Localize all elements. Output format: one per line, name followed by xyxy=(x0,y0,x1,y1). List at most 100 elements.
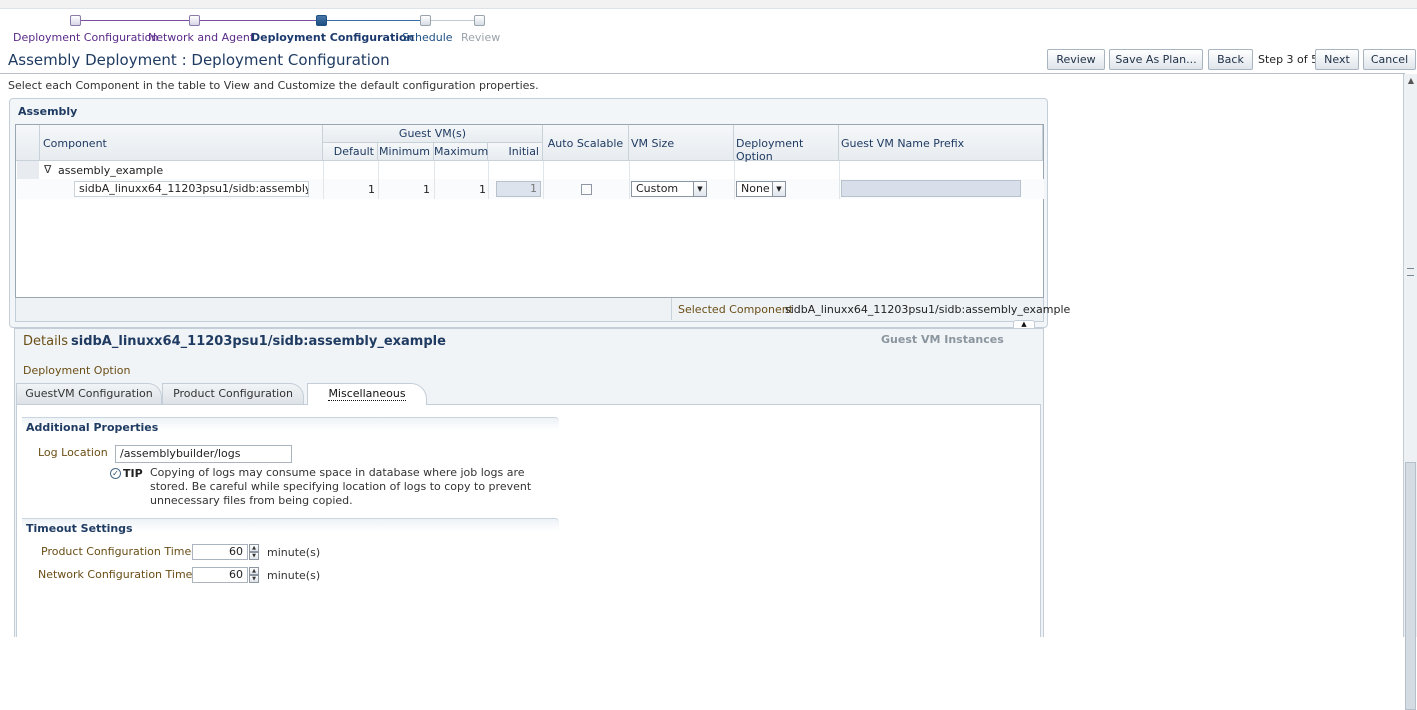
col-divider xyxy=(488,161,489,199)
top-strip xyxy=(0,0,1417,9)
header-maximum[interactable]: Maximum xyxy=(434,143,488,161)
header-auto-scalable[interactable]: Auto Scalable xyxy=(543,125,629,161)
initial-field: 1 xyxy=(496,181,541,197)
header-deployment-option[interactable]: Deployment Option xyxy=(734,125,839,163)
log-location-input[interactable]: /assemblybuilder/logs xyxy=(115,445,292,463)
header-guest-vms-label: Guest VM(s) xyxy=(398,127,467,140)
selected-component-label: Selected Component xyxy=(678,303,794,316)
col-divider xyxy=(323,161,324,199)
assembly-title: Assembly xyxy=(18,105,78,118)
col-divider xyxy=(734,161,735,199)
header-default[interactable]: Default xyxy=(323,143,378,161)
tab-label: GuestVM Configuration xyxy=(25,387,153,400)
train-stop-1[interactable] xyxy=(70,15,81,26)
header-guest-vm-name-prefix[interactable]: Guest VM Name Prefix xyxy=(839,125,1043,161)
timeout-settings-title: Timeout Settings xyxy=(26,522,133,535)
chevron-down-icon: ▼ xyxy=(693,182,706,196)
next-button[interactable]: Next xyxy=(1315,49,1359,70)
component-field[interactable]: sidbA_linuxx64_11203psu1/sidb:assembly_e… xyxy=(74,181,309,197)
header-vm-size[interactable]: VM Size xyxy=(629,125,734,161)
tip-text: Copying of logs may consume space in dat… xyxy=(150,466,532,507)
scroll-thumb[interactable] xyxy=(1405,462,1416,710)
page-title: Assembly Deployment : Deployment Configu… xyxy=(8,51,390,69)
train-step-label: Review xyxy=(461,31,501,44)
instruction-text: Select each Component in the table to Vi… xyxy=(8,79,539,92)
train-stop-4[interactable] xyxy=(420,15,431,26)
splitter-arrow-icon[interactable]: ▲ xyxy=(1013,320,1035,328)
header-initial[interactable]: Initial xyxy=(488,143,543,161)
deployment-option-value: None xyxy=(741,182,770,195)
save-as-plan-button[interactable]: Save As Plan... xyxy=(1109,49,1203,70)
train-line-future xyxy=(430,20,480,21)
product-timeout-unit: minute(s) xyxy=(267,546,321,559)
tab-label: Product Configuration xyxy=(173,387,293,400)
header-selector xyxy=(16,125,40,161)
decrement-icon[interactable]: ▼ xyxy=(249,552,259,560)
expand-icon[interactable]: ∇ xyxy=(44,163,51,176)
back-button[interactable]: Back xyxy=(1208,49,1253,70)
train-stop-3 xyxy=(316,15,327,26)
title-divider xyxy=(0,73,1405,74)
tab-label: Miscellaneous xyxy=(328,387,406,401)
train-stop-5 xyxy=(474,15,485,26)
guest-vm-instances-link[interactable]: Guest VM Instances xyxy=(881,333,1004,346)
row-selector[interactable] xyxy=(17,161,39,179)
network-timeout-unit: minute(s) xyxy=(267,569,321,582)
decrement-icon[interactable]: ▼ xyxy=(249,575,259,583)
col-divider xyxy=(378,161,379,199)
tree-row[interactable]: ∇ assembly_example xyxy=(17,161,1044,180)
product-timeout-label: Product Configuration Timeout xyxy=(41,545,210,558)
header-guest-vms: Guest VM(s) xyxy=(323,125,543,143)
review-button[interactable]: Review xyxy=(1047,49,1105,70)
train-step-label: Deployment Configuration xyxy=(251,31,415,44)
deployment-option-select[interactable]: None ▼ xyxy=(736,181,786,197)
cancel-button[interactable]: Cancel xyxy=(1363,49,1416,70)
header-minimum[interactable]: Minimum xyxy=(378,143,434,161)
default-value: 1 xyxy=(368,183,375,196)
network-timeout-input[interactable]: 60 xyxy=(192,567,248,583)
increment-icon[interactable]: ▲ xyxy=(249,544,259,552)
vm-size-select[interactable]: Custom ▼ xyxy=(631,181,707,197)
col-divider xyxy=(629,161,630,199)
auto-scalable-checkbox[interactable] xyxy=(581,184,592,195)
header-initial-label: Initial xyxy=(508,145,539,158)
train-line-next xyxy=(326,20,426,21)
increment-icon[interactable]: ▲ xyxy=(249,567,259,575)
step-indicator: Step 3 of 5 xyxy=(1258,53,1319,66)
selected-component-bar: Selected Component sidbA_linuxx64_11203p… xyxy=(15,298,1070,322)
log-location-label: Log Location xyxy=(38,446,108,459)
product-timeout-input[interactable]: 60 xyxy=(192,544,248,560)
tab-miscellaneous[interactable]: Miscellaneous xyxy=(307,383,427,405)
additional-properties-title: Additional Properties xyxy=(26,421,159,434)
col-divider xyxy=(434,161,435,199)
tab-product-configuration[interactable]: Product Configuration xyxy=(162,383,304,404)
vertical-scrollbar[interactable]: ▲ xyxy=(1403,74,1417,710)
header-default-label: Default xyxy=(333,145,374,158)
details-label: Details xyxy=(23,334,69,349)
train-line-visited xyxy=(81,20,322,21)
tip-check-icon: ✓ xyxy=(110,468,121,479)
tab-guestvm-configuration[interactable]: GuestVM Configuration xyxy=(16,383,162,404)
minimum-value: 1 xyxy=(423,183,430,196)
tree-node-label[interactable]: assembly_example xyxy=(58,164,163,177)
deployment-option-label: Deployment Option xyxy=(23,364,131,377)
train-stop-2[interactable] xyxy=(189,15,200,26)
vm-size-value: Custom xyxy=(636,182,679,195)
network-timeout-label: Network Configuration Timeout xyxy=(38,568,211,581)
col-divider xyxy=(543,161,544,199)
header-component[interactable]: Component xyxy=(40,125,323,161)
header-maximum-label: Maximum xyxy=(434,145,489,158)
scroll-grip-icon xyxy=(1407,268,1414,276)
scroll-up-icon[interactable]: ▲ xyxy=(1406,76,1416,86)
table-row[interactable]: sidbA_linuxx64_11203psu1/sidb:assembly_e… xyxy=(17,179,1044,199)
col-divider xyxy=(839,161,840,199)
header-minimum-label: Minimum xyxy=(379,145,430,158)
train-step-label[interactable]: Deployment Configuration xyxy=(13,31,158,44)
train-step-label[interactable]: Schedule xyxy=(402,31,453,44)
train-step-label[interactable]: Network and Agent xyxy=(148,31,254,44)
header-deployment-option-label: Deployment Option xyxy=(736,137,804,163)
selected-component-separator xyxy=(671,298,672,320)
maximum-value: 1 xyxy=(479,183,486,196)
assembly-table: Component Guest VM(s) Default Minimum Ma… xyxy=(15,124,1044,298)
guest-vm-name-prefix-field[interactable] xyxy=(841,180,1021,197)
